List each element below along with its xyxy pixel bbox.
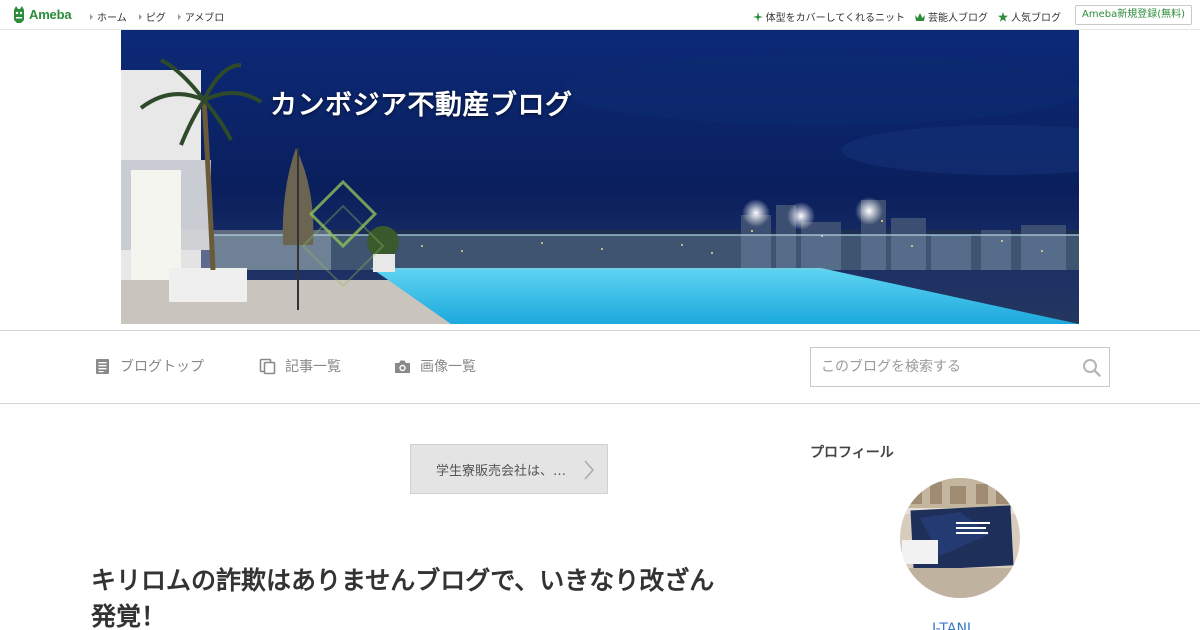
promo-link-label: 芸能人ブログ (928, 13, 988, 24)
header-banner[interactable]: カンボジア不動産ブログ (121, 30, 1079, 324)
profile-heading: プロフィール (810, 445, 894, 461)
camera-icon (395, 360, 410, 373)
sparkle-icon (752, 11, 763, 22)
previous-entry-link[interactable]: 学生寮販売会社は、… (410, 444, 608, 494)
logo-text: Ameba (29, 7, 72, 22)
star-icon (998, 11, 1008, 22)
article-title[interactable]: キリロムの詐欺はありませんブログで、いきなり改ざん発覚！ (91, 563, 731, 630)
avatar[interactable] (900, 478, 1020, 598)
document-icon (96, 358, 109, 374)
ameba-logo[interactable]: Ameba (12, 6, 72, 23)
global-nav-links: ホーム ピグ アメブロ (90, 9, 224, 24)
promo-links: 体型をカバーしてくれるニット 芸能人ブログ 人気ブログ (752, 9, 1061, 24)
blog-search (810, 347, 1110, 387)
search-input[interactable] (811, 348, 1071, 386)
crown-icon (915, 12, 925, 21)
profile-name[interactable]: J-TANI (932, 621, 971, 630)
search-icon[interactable] (1082, 358, 1101, 377)
blog-title[interactable]: カンボジア不動産ブログ (270, 83, 573, 122)
profile-photo (900, 478, 1020, 598)
blog-navigation: ブログトップ 記事一覧 画像一覧 (0, 330, 1200, 404)
nav-link-home[interactable]: ホーム (90, 9, 127, 24)
global-header: Ameba ホーム ピグ アメブロ 体型をカバーしてくれるニット 芸能人ブログ … (0, 0, 1200, 30)
header-image (121, 30, 1079, 324)
chevron-right-icon (584, 460, 595, 480)
ameba-mascot-icon (14, 6, 24, 23)
nav-images[interactable]: 画像一覧 (394, 356, 476, 376)
nav-link-pigg[interactable]: ピグ (139, 9, 166, 24)
nav-link-ameblo[interactable]: アメブロ (178, 9, 225, 24)
promo-link-label: 人気ブログ (1011, 13, 1061, 24)
nav-images-label: 画像一覧 (420, 359, 476, 375)
promo-link-celebrity-blogs[interactable]: 芸能人ブログ (915, 9, 988, 24)
nav-blog-top[interactable]: ブログトップ (94, 356, 204, 376)
nav-blog-top-label: ブログトップ (120, 359, 204, 375)
register-button[interactable]: Ameba新規登録(無料) (1074, 5, 1192, 25)
articles-icon (259, 358, 276, 374)
nav-articles-label: 記事一覧 (285, 359, 341, 375)
nav-articles[interactable]: 記事一覧 (259, 356, 341, 376)
previous-entry-label: 学生寮販売会社は、… (436, 463, 567, 479)
promo-link-popular-blogs[interactable]: 人気ブログ (998, 9, 1061, 24)
promo-link-label: 体型をカバーしてくれるニット (765, 13, 905, 24)
promo-link-knit[interactable]: 体型をカバーしてくれるニット (752, 9, 905, 24)
